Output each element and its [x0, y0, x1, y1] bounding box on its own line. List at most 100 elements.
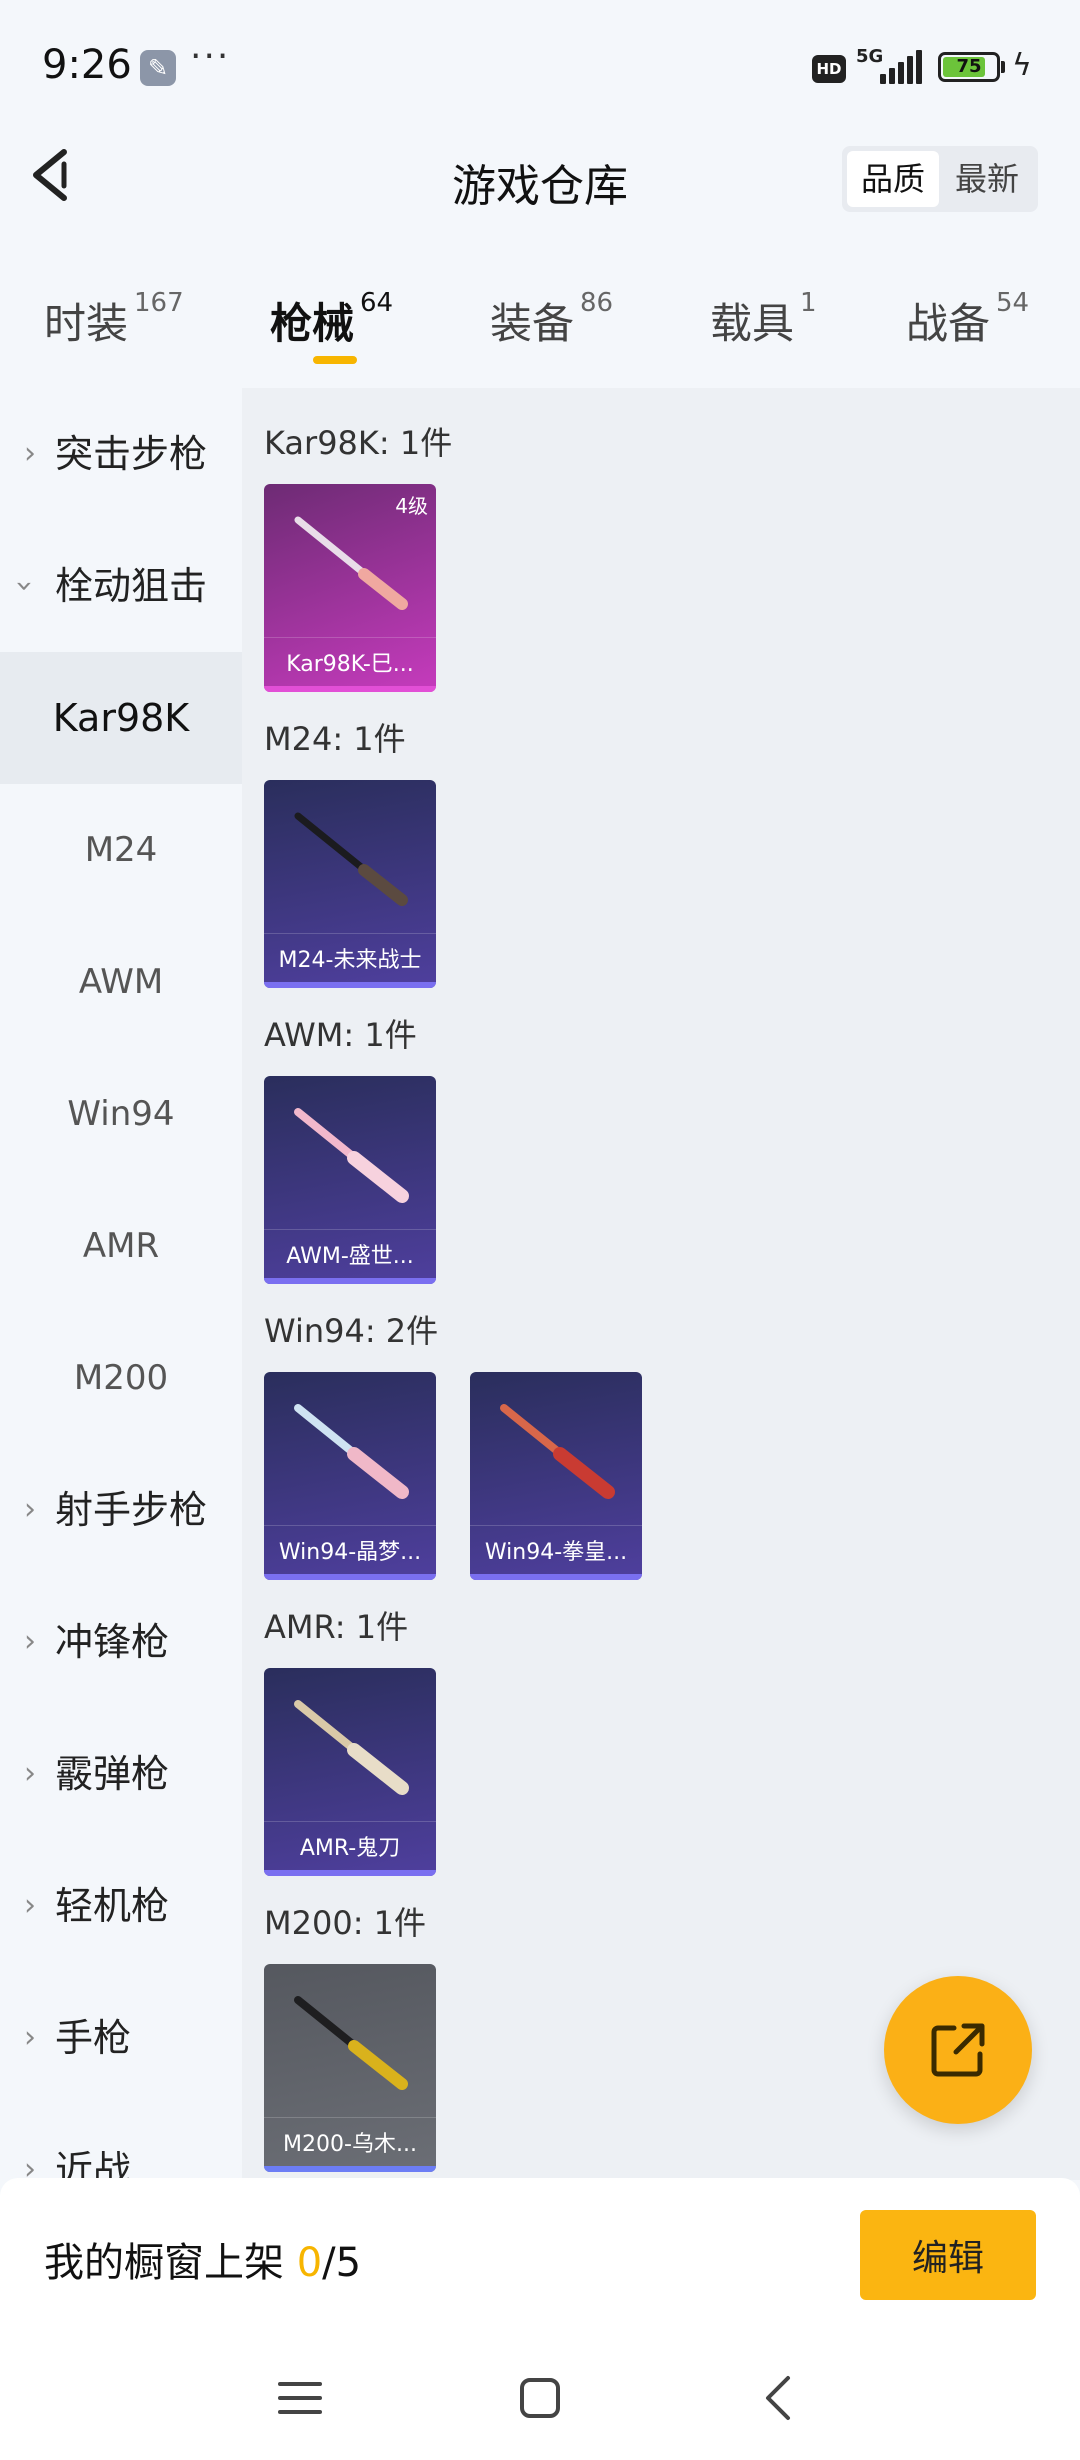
sidebar-subitem-label: M200 — [73, 1358, 169, 1398]
sort-toggle[interactable]: 品质 最新 — [842, 146, 1038, 212]
status-bar: 9:26 ✎ ··· HD 5G 75 ϟ — [0, 0, 1080, 130]
sidebar-subitem-win94[interactable]: Win94 — [0, 1048, 242, 1180]
sidebar-item-label: 冲锋枪 — [55, 1620, 170, 1664]
group-title: Kar98K: 1件 — [264, 424, 453, 462]
item-card[interactable]: 4级 Kar98K-巳... — [264, 484, 436, 692]
chevron-right-icon: › — [24, 2152, 36, 2180]
sidebar-item-label: 近战 — [55, 2148, 132, 2180]
menu-icon[interactable] — [270, 2368, 330, 2428]
sidebar-item-smg[interactable]: › 冲锋枪 — [0, 1576, 242, 1708]
sidebar-item-marksman-rifles[interactable]: › 射手步枪 — [0, 1444, 242, 1576]
sidebar-item-label: 突击步枪 — [55, 432, 208, 476]
sidebar-item-bolt-sniper[interactable]: › 栓动狙击 — [0, 520, 242, 652]
tab-fashion[interactable]: 时装 167 — [44, 288, 184, 351]
battery-icon: 75 — [938, 52, 1000, 82]
sidebar-subitem-label: AWM — [78, 962, 164, 1002]
item-card[interactable]: AMR-鬼刀 — [264, 1668, 436, 1876]
card-divider — [264, 637, 436, 638]
share-button[interactable] — [884, 1976, 1032, 2124]
rifle-icon — [294, 1108, 409, 1203]
rifle-icon — [294, 812, 408, 906]
sidebar-subitem-label: Kar98K — [52, 696, 190, 740]
category-tabs: 时装 167 枪械 64 装备 86 载具 1 战备 54 — [0, 270, 1080, 380]
item-name: Win94-拳皇... — [484, 1540, 628, 1565]
item-grid: Kar98K: 1件 4级 Kar98K-巳... M24: 1件 M24-未来… — [242, 388, 1080, 2180]
sidebar-subitem-kar98k[interactable]: Kar98K — [0, 652, 242, 784]
chevron-right-icon: › — [24, 1756, 36, 1791]
sidebar-item-label: 栓动狙击 — [55, 564, 208, 608]
rarity-bar — [264, 2166, 436, 2172]
sidebar-item-label: 射手步枪 — [55, 1488, 208, 1532]
item-name: M24-未来战士 — [278, 948, 422, 973]
rarity-bar — [264, 1870, 436, 1876]
sidebar-subitem-label: Win94 — [67, 1094, 175, 1134]
item-card[interactable]: Win94-晶梦... — [264, 1372, 436, 1580]
item-name: AMR-鬼刀 — [299, 1836, 401, 1861]
item-name: AWM-盛世... — [286, 1244, 414, 1269]
tab-firearms[interactable]: 枪械 64 — [270, 288, 394, 351]
sidebar-item-label: 轻机枪 — [55, 1884, 170, 1928]
tab-count: 86 — [580, 288, 614, 318]
sidebar-subitem-label: M24 — [84, 830, 158, 870]
tab-supplies[interactable]: 战备 54 — [906, 288, 1029, 351]
sidebar-subitem-m24[interactable]: M24 — [0, 784, 242, 916]
group-title: M24: 1件 — [264, 720, 406, 758]
tab-equipment[interactable]: 装备 86 — [490, 288, 614, 351]
item-card[interactable]: Win94-拳皇... — [470, 1372, 642, 1580]
battery-tip — [1001, 61, 1005, 73]
showcase-count: 0 — [296, 2240, 323, 2286]
rifle-icon — [294, 1404, 409, 1499]
item-name: Kar98K-巳... — [286, 652, 414, 677]
edit-button[interactable]: 编辑 — [860, 2210, 1036, 2300]
sort-latest-button[interactable]: 最新 — [941, 151, 1033, 207]
active-tab-indicator — [313, 356, 357, 364]
rifle-icon — [294, 516, 408, 610]
showcase-status: 我的橱窗上架 0/5 — [44, 2230, 361, 2288]
sidebar-subitem-label: AMR — [82, 1226, 160, 1266]
card-divider — [264, 1821, 436, 1822]
home-icon[interactable] — [510, 2368, 570, 2428]
tab-label: 时装 — [44, 299, 129, 348]
battery-level: 75 — [956, 56, 982, 77]
group-title: M200: 1件 — [264, 1904, 427, 1942]
rarity-bar — [264, 686, 436, 692]
tab-label: 装备 — [490, 299, 575, 348]
sidebar-item-assault-rifles[interactable]: › 突击步枪 — [0, 388, 242, 520]
chevron-right-icon: › — [24, 2020, 36, 2055]
item-name: M200-乌木... — [283, 2132, 417, 2157]
sidebar-item-pistols[interactable]: › 手枪 — [0, 1972, 242, 2104]
card-divider — [264, 1229, 436, 1230]
sidebar-subitem-m200[interactable]: M200 — [0, 1312, 242, 1444]
chevron-right-icon: › — [24, 1888, 36, 1923]
item-card[interactable]: M200-乌木... — [264, 1964, 436, 2172]
chevron-right-icon: › — [24, 436, 36, 471]
rifle-icon — [294, 1700, 409, 1795]
sidebar-item-shotguns[interactable]: › 霰弹枪 — [0, 1708, 242, 1840]
sidebar-item-melee[interactable]: › 近战 — [0, 2104, 242, 2180]
sidebar-item-label: 霰弹枪 — [55, 1752, 170, 1796]
tab-count: 64 — [360, 288, 394, 318]
sort-quality-button[interactable]: 品质 — [847, 151, 939, 207]
rarity-bar — [264, 982, 436, 988]
nav-back-icon[interactable] — [750, 2368, 810, 2428]
sidebar-subitem-awm[interactable]: AWM — [0, 916, 242, 1048]
tab-count: 167 — [134, 288, 184, 318]
sidebar-subitem-amr[interactable]: AMR — [0, 1180, 242, 1312]
group-title: Win94: 2件 — [264, 1312, 439, 1350]
card-divider — [264, 2117, 436, 2118]
more-dots-icon: ··· — [190, 36, 231, 77]
rifle-icon — [500, 1404, 615, 1499]
item-card[interactable]: AWM-盛世... — [264, 1076, 436, 1284]
chevron-right-icon: › — [24, 1624, 36, 1659]
tab-label: 载具 — [710, 299, 795, 348]
group-title: AMR: 1件 — [264, 1608, 409, 1646]
rarity-bar — [264, 1278, 436, 1284]
system-nav-bar — [0, 2320, 1080, 2460]
item-card[interactable]: M24-未来战士 — [264, 780, 436, 988]
tab-vehicles[interactable]: 载具 1 — [710, 288, 817, 351]
card-divider — [470, 1525, 642, 1526]
sidebar-item-lmg[interactable]: › 轻机枪 — [0, 1840, 242, 1972]
status-time: 9:26 — [42, 42, 132, 88]
showcase-label: 我的橱窗上架 — [44, 2240, 284, 2286]
showcase-total: /5 — [322, 2240, 362, 2286]
